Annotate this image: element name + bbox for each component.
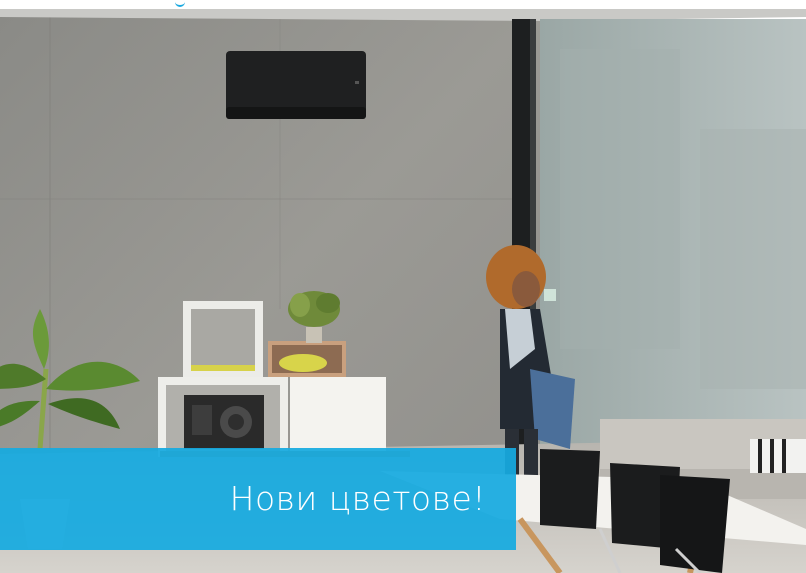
promo-banner-text: Нови цветове!: [229, 479, 486, 518]
shelf-bottom-right: [290, 377, 386, 457]
top-strip: [0, 0, 806, 9]
top-accent-mark: [175, 0, 185, 7]
promo-banner[interactable]: Нови цветове!: [0, 448, 516, 550]
yellow-bowl: [279, 354, 327, 372]
